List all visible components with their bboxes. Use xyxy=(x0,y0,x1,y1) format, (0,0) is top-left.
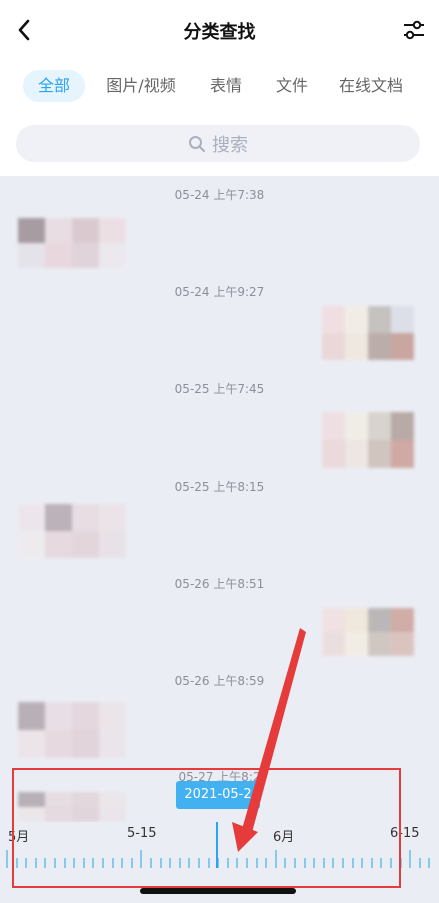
highlight-box xyxy=(12,768,401,888)
message-bubble-blurred[interactable] xyxy=(18,504,126,558)
search-input[interactable]: 搜索 xyxy=(16,125,420,162)
message-timestamp: 05-25 上午7:45 xyxy=(174,382,265,396)
header: 分类查找 xyxy=(0,0,439,62)
tab-files[interactable]: 文件 xyxy=(268,70,316,102)
search-placeholder: 搜索 xyxy=(212,134,248,156)
search-area: 搜索 xyxy=(0,110,439,176)
timeline-tick xyxy=(418,858,421,868)
message-bubble-blurred[interactable] xyxy=(322,412,414,468)
filter-button[interactable] xyxy=(401,16,427,44)
message-timestamp: 05-25 上午8:15 xyxy=(174,480,265,494)
tab-online-docs[interactable]: 在线文档 xyxy=(333,70,409,102)
timeline-tick xyxy=(409,850,412,868)
message-bubble-blurred[interactable] xyxy=(18,702,126,758)
category-tabs: 全部 图片/视频 表情 文件 在线文档 xyxy=(0,62,439,110)
message-timestamp: 05-26 上午8:51 xyxy=(174,577,265,591)
tab-stickers[interactable]: 表情 xyxy=(202,70,250,102)
home-indicator xyxy=(140,888,296,894)
timeline-tick xyxy=(428,858,431,868)
message-bubble-blurred[interactable] xyxy=(322,306,414,360)
timeline-tick xyxy=(6,850,8,868)
message-bubble-blurred[interactable] xyxy=(322,608,414,656)
tab-images-videos[interactable]: 图片/视频 xyxy=(100,70,182,102)
message-timestamp: 05-24 上午9:27 xyxy=(174,285,265,299)
search-icon xyxy=(189,135,205,152)
message-timestamp: 05-26 上午8:59 xyxy=(174,674,265,688)
tab-all[interactable]: 全部 xyxy=(23,70,85,102)
message-timestamp: 05-24 上午7:38 xyxy=(174,188,265,202)
sliders-icon xyxy=(404,20,424,40)
page-title: 分类查找 xyxy=(183,22,256,43)
message-bubble-blurred[interactable] xyxy=(18,218,126,268)
